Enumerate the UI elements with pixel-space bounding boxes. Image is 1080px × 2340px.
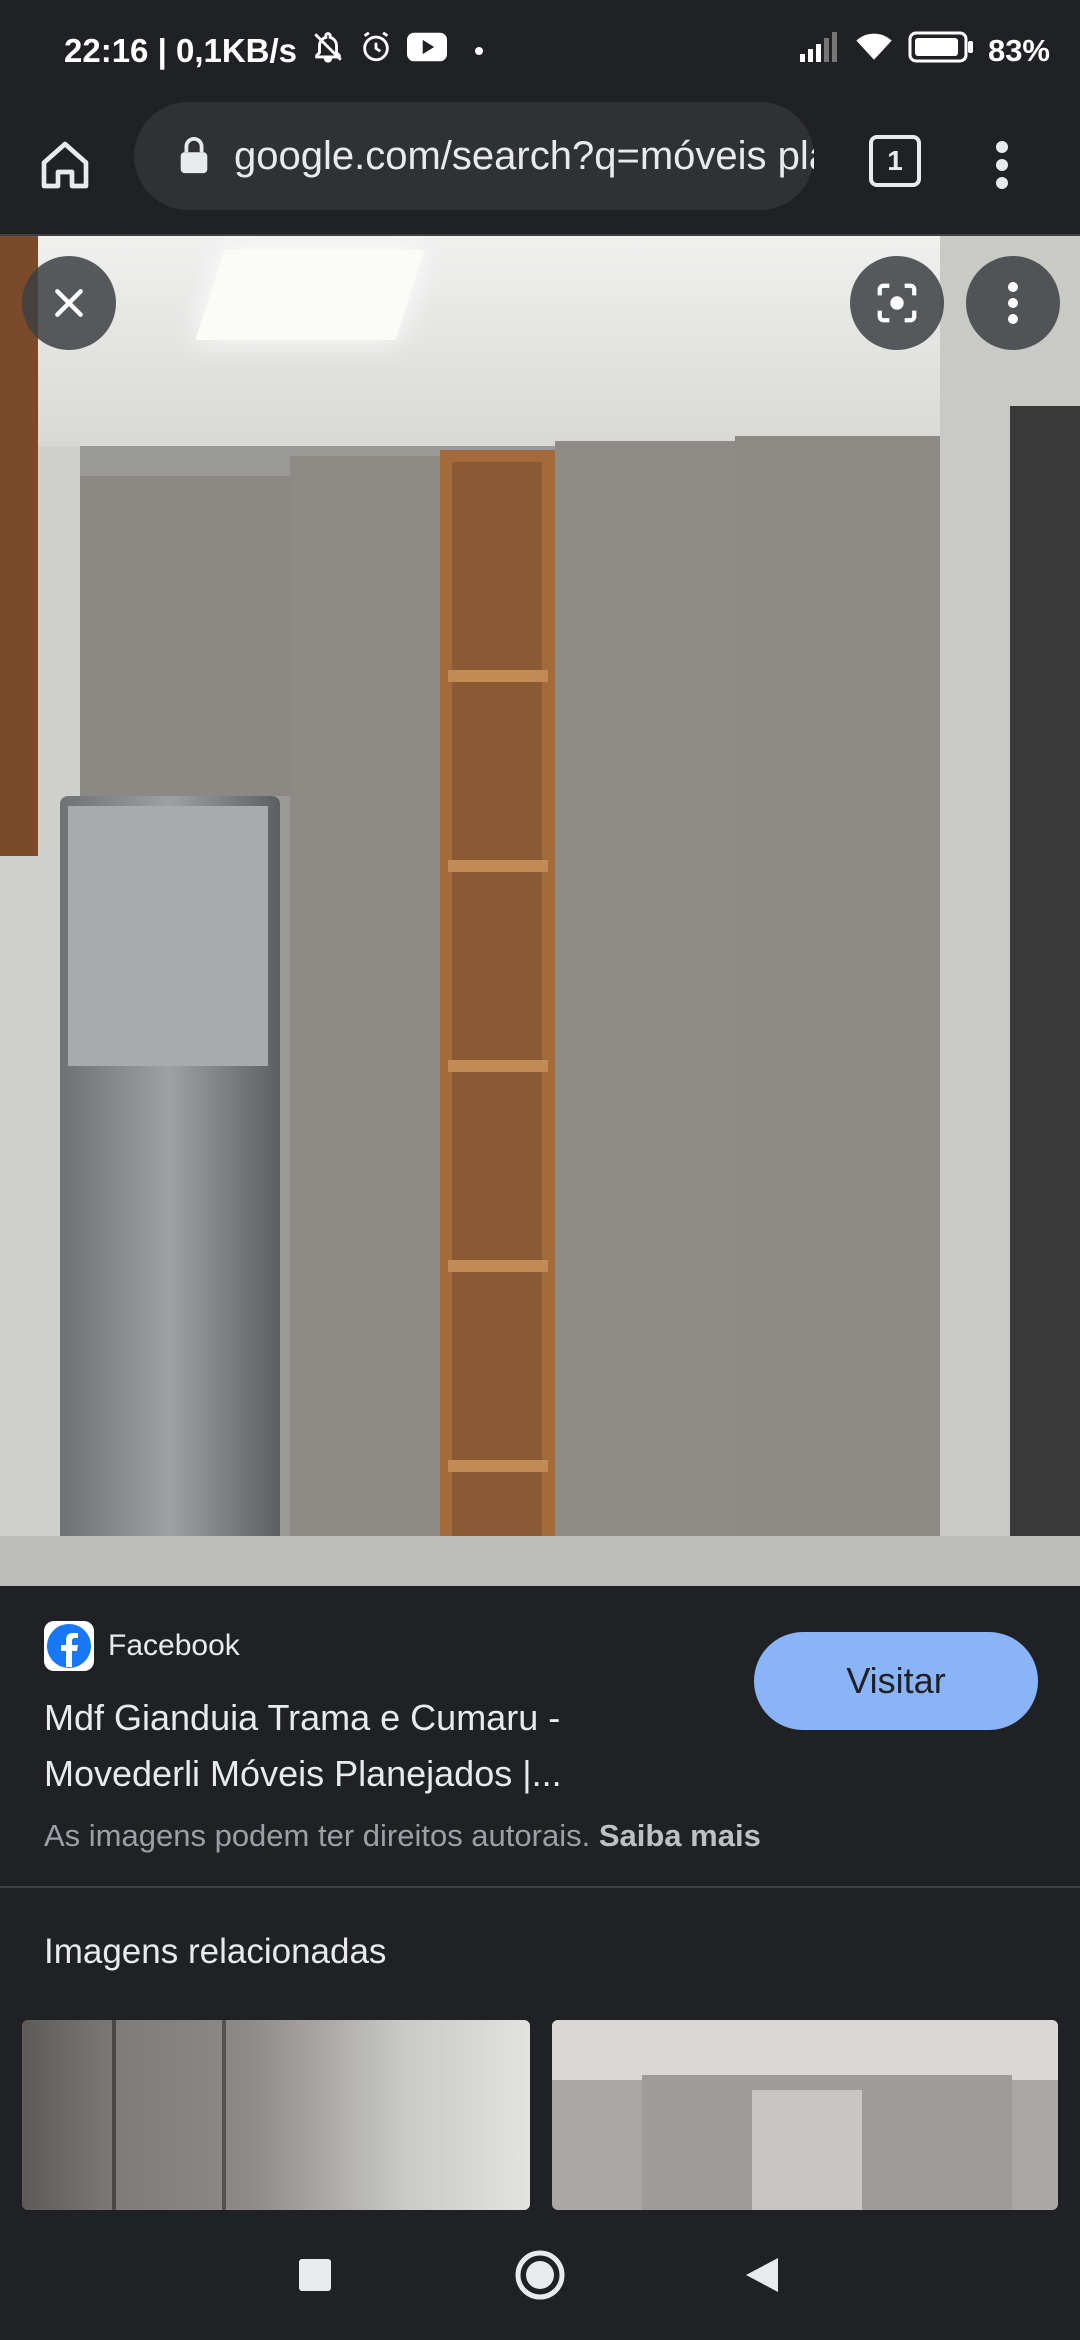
photo-shelf xyxy=(448,670,548,682)
signal-icon xyxy=(799,32,840,70)
result-title[interactable]: Mdf Gianduia Trama e Cumaru - Movederli … xyxy=(44,1690,704,1802)
status-right: 83% xyxy=(799,26,1050,76)
status-left: 22:16 | 0,1KB/s xyxy=(64,26,484,76)
status-bar: 22:16 | 0,1KB/s 83% xyxy=(0,0,1080,100)
thumbnail-shelves xyxy=(752,2090,862,2210)
photo-shelf xyxy=(448,1260,548,1272)
back-triangle-icon xyxy=(746,2258,778,2292)
copyright-notice: As imagens podem ter direitos autorais. … xyxy=(44,1818,761,1854)
url-text[interactable]: google.com/search?q=móveis planejados xyxy=(234,134,814,179)
photo-shelf xyxy=(448,1460,548,1472)
youtube-icon xyxy=(407,32,448,70)
copyright-text: As imagens podem ter direitos autorais. xyxy=(44,1818,591,1853)
battery-icon xyxy=(908,31,974,71)
photo-shelf xyxy=(448,860,548,872)
wifi-icon xyxy=(854,31,894,71)
thumbnail-photo xyxy=(22,2020,530,2210)
photo-fridge-top xyxy=(68,806,268,1066)
status-time-speed: 22:16 | 0,1KB/s xyxy=(64,32,298,69)
recents-button[interactable] xyxy=(285,2245,345,2305)
recents-square-icon xyxy=(299,2259,331,2291)
lens-button[interactable] xyxy=(850,256,944,350)
close-button[interactable] xyxy=(22,256,116,350)
related-image-thumbnail[interactable] xyxy=(22,2020,530,2210)
source-name: Facebook xyxy=(108,1629,240,1662)
back-button[interactable] xyxy=(732,2245,792,2305)
image-menu-button[interactable] xyxy=(966,256,1060,350)
home-icon xyxy=(41,141,89,189)
photo-cabinet-door-middle xyxy=(555,441,738,1586)
photo-cabinet-door-right xyxy=(735,436,940,1586)
preview-image[interactable] xyxy=(0,236,1080,1586)
lock-icon[interactable] xyxy=(174,136,214,176)
section-divider xyxy=(0,1886,1080,1888)
photo-floor xyxy=(0,1536,1080,1586)
result-info-panel: Facebook Mdf Gianduia Trama e Cumaru - M… xyxy=(0,1586,1080,1886)
lens-icon xyxy=(877,283,917,323)
more-vert-icon xyxy=(1008,282,1018,324)
tabs-button[interactable]: 1 xyxy=(864,130,926,192)
learn-more-link[interactable]: Saiba mais xyxy=(599,1818,761,1853)
source-row[interactable]: Facebook xyxy=(44,1620,240,1672)
more-vert-icon xyxy=(996,141,1008,189)
photo-cabinet-door-left xyxy=(290,456,443,1586)
omnibox[interactable]: google.com/search?q=móveis planejados xyxy=(134,102,814,210)
related-image-thumbnail[interactable] xyxy=(552,2020,1058,2210)
thumbnail-ceiling xyxy=(552,2020,1058,2080)
battery-percent: 83% xyxy=(987,33,1050,68)
system-nav-bar xyxy=(0,2210,1080,2340)
thumbnail-door-line xyxy=(222,2020,226,2210)
home-circle-icon xyxy=(515,2250,565,2300)
alarm-icon xyxy=(359,30,393,72)
browser-toolbar: google.com/search?q=móveis planejados 1 xyxy=(0,100,1080,236)
close-icon xyxy=(55,289,83,317)
photo-right-door xyxy=(1010,406,1080,1586)
browser-menu-button[interactable] xyxy=(972,130,1032,200)
tabs-icon: 1 xyxy=(869,135,921,187)
photo-upper-cabinet xyxy=(80,476,294,796)
photo-shelf xyxy=(448,1060,548,1072)
related-images-heading: Imagens relacionadas xyxy=(44,1932,387,1971)
home-button[interactable] xyxy=(30,130,100,200)
visit-button[interactable]: Visitar xyxy=(754,1632,1038,1730)
facebook-icon xyxy=(44,1621,94,1671)
thumbnail-door-line xyxy=(112,2020,116,2210)
bell-off-icon xyxy=(311,30,345,72)
photo-shelf-inner xyxy=(452,462,542,1572)
photo-ceiling-light xyxy=(195,250,425,340)
home-nav-button[interactable] xyxy=(510,2245,570,2305)
notification-dot xyxy=(475,47,484,55)
